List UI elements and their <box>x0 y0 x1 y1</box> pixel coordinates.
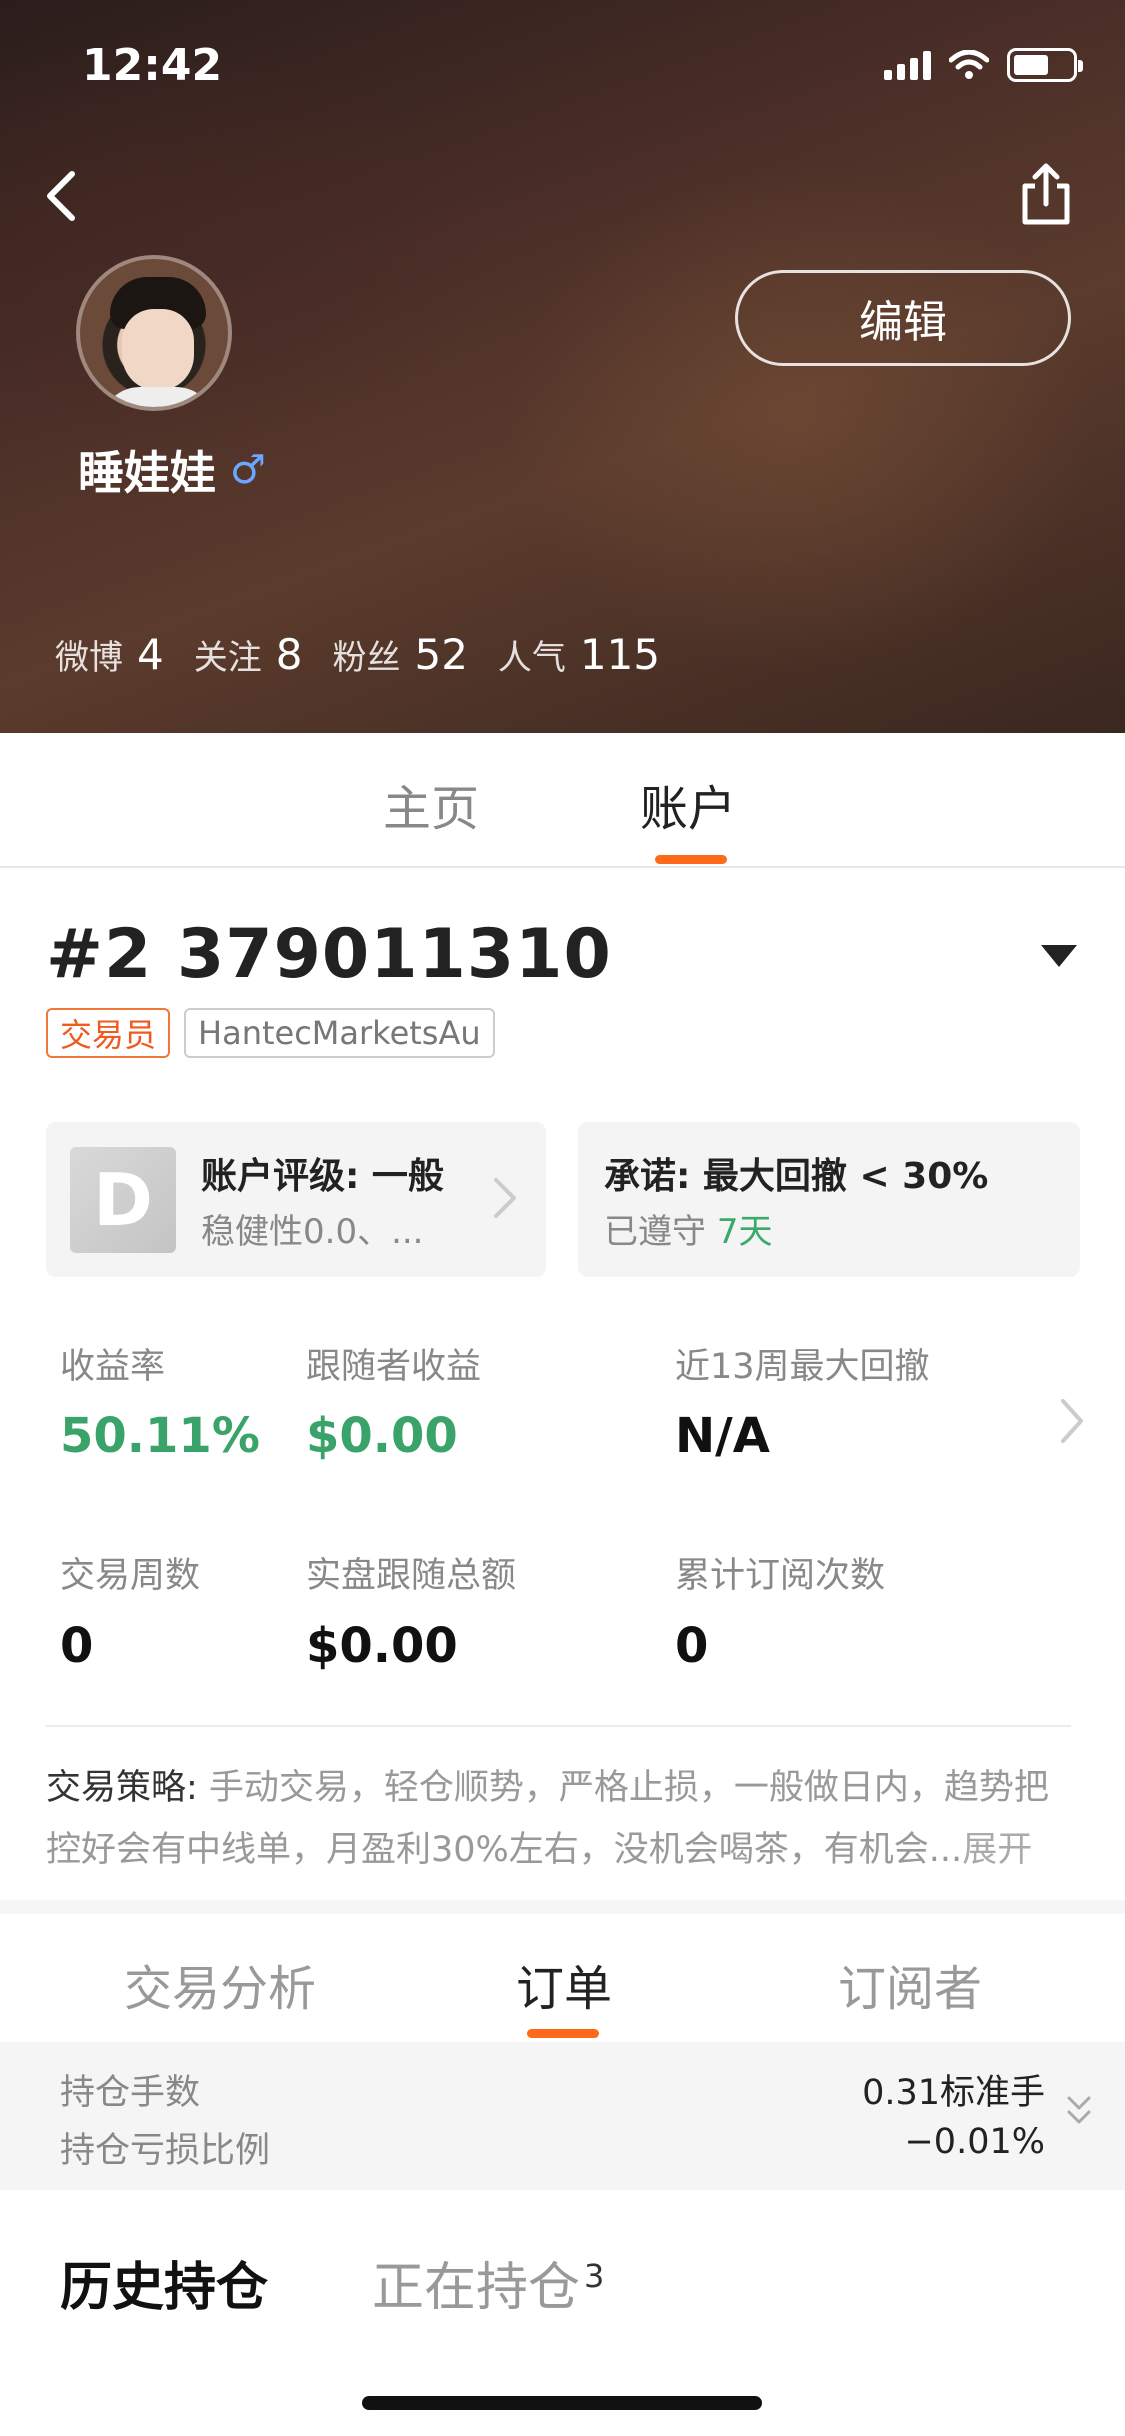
account-number: #2 379011310 <box>46 915 612 994</box>
tab-open-positions[interactable]: 正在持仓 3 <box>372 2245 604 2320</box>
profile-header: 12:42 编辑 睡娃娃 ♂ 微博 4 关注 8 粉丝 52 人气 115 <box>0 0 1125 733</box>
tab-subscribers[interactable]: 订阅者 <box>838 1949 982 2019</box>
metric-value-max-drawdown: N/A <box>675 1408 770 1464</box>
metric-label-max-drawdown: 近13周最大回撤 <box>675 1347 930 1387</box>
back-icon[interactable] <box>36 160 96 230</box>
badge-broker: HantecMarketsAu <box>184 1008 495 1058</box>
grade-badge: D <box>70 1147 176 1253</box>
top-tabs: 主页 账户 <box>0 733 1125 868</box>
position-summary: 持仓手数 0.31标准手 持仓亏损比例 −0.01% <box>0 2042 1125 2190</box>
metric-label-follow-total: 实盘跟随总额 <box>306 1556 517 1596</box>
promise-subtitle: 已遵守 7天 <box>604 1212 773 1252</box>
wifi-icon <box>949 50 989 79</box>
promise-title: 承诺: 最大回撤 < 30% <box>604 1156 989 1197</box>
strategy-label: 交易策略: <box>46 1768 198 1808</box>
metric-label-trade-weeks: 交易周数 <box>60 1556 201 1596</box>
profile-stats: 微博 4 关注 8 粉丝 52 人气 115 <box>55 630 690 679</box>
sub-tabs: 交易分析 订单 订阅者 <box>0 1914 1125 2042</box>
open-positions-label: 正在持仓 <box>372 2258 581 2318</box>
tab-account[interactable]: 账户 <box>640 769 736 839</box>
status-time: 12:42 <box>82 40 223 91</box>
share-icon[interactable] <box>1017 160 1075 230</box>
stat-weibo[interactable]: 微博 4 <box>55 630 164 679</box>
avatar[interactable] <box>76 255 232 411</box>
rating-title: 账户评级: 一般 <box>201 1156 444 1197</box>
metric-value-follow-total: $0.00 <box>306 1618 458 1674</box>
strategy-ellipsis: ... <box>928 1830 963 1870</box>
tab-history-positions[interactable]: 历史持仓 <box>60 2245 268 2320</box>
account-badges: 交易员 HantecMarketsAu <box>46 1008 495 1058</box>
stat-popularity: 人气 115 <box>497 630 661 679</box>
rating-subtitle: 稳健性0.0、... <box>201 1212 424 1252</box>
promise-days: 7天 <box>716 1212 773 1252</box>
stat-followers[interactable]: 粉丝 52 <box>332 630 467 679</box>
lots-value: 0.31标准手 <box>862 2073 1045 2113</box>
lots-label: 持仓手数 <box>60 2073 201 2113</box>
gender-male-icon: ♂ <box>230 447 266 493</box>
expand-link[interactable]: 展开 <box>962 1830 1032 1870</box>
home-indicator <box>362 2396 762 2410</box>
status-icons <box>884 48 1083 82</box>
pl-ratio-value: −0.01% <box>904 2122 1045 2162</box>
rating-card[interactable]: D 账户评级: 一般 稳健性0.0、... <box>46 1122 546 1277</box>
active-tab-indicator <box>655 855 727 864</box>
active-subtab-indicator <box>527 2029 599 2038</box>
chevron-right-icon <box>494 1178 516 1218</box>
metric-label-follower-return: 跟随者收益 <box>306 1347 482 1387</box>
metric-label-return: 收益率 <box>60 1347 166 1387</box>
tab-home[interactable]: 主页 <box>383 769 479 839</box>
battery-icon <box>1007 48 1083 82</box>
section-gap <box>0 1900 1125 1914</box>
edit-button[interactable]: 编辑 <box>735 270 1071 366</box>
username-row: 睡娃娃 ♂ <box>78 437 266 503</box>
badge-trader: 交易员 <box>46 1008 171 1058</box>
pl-ratio-label: 持仓亏损比例 <box>60 2131 271 2171</box>
tab-orders[interactable]: 订单 <box>516 1949 612 2019</box>
open-positions-count: 3 <box>584 2256 605 2295</box>
metric-value-follower-return: $0.00 <box>306 1408 458 1464</box>
divider <box>46 1725 1071 1727</box>
chevron-right-icon[interactable] <box>1053 1395 1089 1447</box>
stat-following[interactable]: 关注 8 <box>194 630 303 679</box>
metric-value-subscriptions: 0 <box>675 1618 709 1674</box>
caret-down-icon[interactable] <box>1041 945 1077 967</box>
metric-value-return: 50.11% <box>60 1408 260 1464</box>
metric-value-trade-weeks: 0 <box>60 1618 94 1674</box>
metric-label-subscriptions: 累计订阅次数 <box>675 1556 886 1596</box>
promise-card[interactable]: 承诺: 最大回撤 < 30% 已遵守 7天 <box>578 1122 1080 1277</box>
trading-strategy: 交易策略: 手动交易，轻仓顺势，严格止损，一般做日内，趋势把控好会有中线单，月盈… <box>46 1757 1081 1881</box>
username: 睡娃娃 <box>78 446 216 500</box>
double-chevron-down-icon[interactable] <box>1063 2092 1095 2132</box>
tab-trade-analysis[interactable]: 交易分析 <box>124 1949 316 2019</box>
signal-icon <box>884 50 931 80</box>
